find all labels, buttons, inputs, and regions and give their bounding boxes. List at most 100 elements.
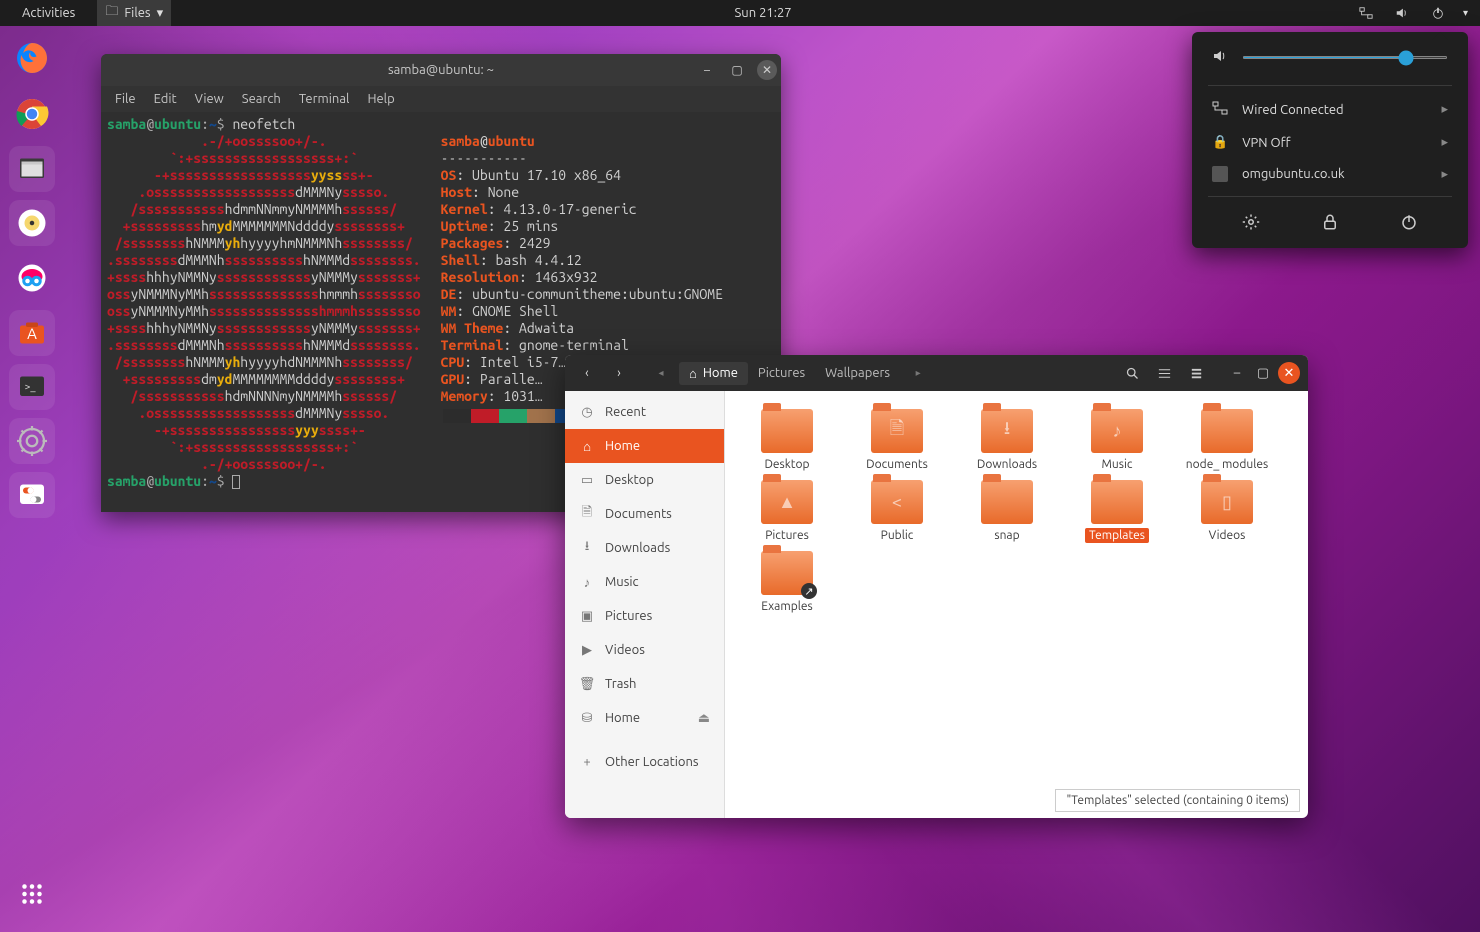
folder-icon <box>981 480 1033 524</box>
path-scroll-right[interactable]: ▸ <box>904 359 932 387</box>
sidebar-item-trash[interactable]: 🗑Trash <box>565 667 724 701</box>
back-button[interactable]: ‹ <box>573 359 601 387</box>
power-icon <box>1431 6 1445 20</box>
chevron-right-icon: ▸ <box>1441 102 1448 117</box>
folder-label: Pictures <box>761 528 813 543</box>
menu-terminal[interactable]: Terminal <box>299 92 350 106</box>
menu-button[interactable] <box>1182 359 1210 387</box>
settings-button[interactable] <box>1242 213 1260 234</box>
dock-software[interactable]: A <box>9 310 55 356</box>
dock-terminal[interactable]: >_ <box>9 364 55 410</box>
sidebar-icon: ▶ <box>579 643 595 658</box>
folder-label: node_ modules <box>1182 457 1272 472</box>
folder-item[interactable]: ▯Videos <box>1179 480 1275 543</box>
media-row[interactable]: omgubuntu.co.uk ▸ <box>1192 158 1468 190</box>
sidebar-other-locations[interactable]: +Other Locations <box>565 745 724 779</box>
menu-file[interactable]: File <box>115 92 136 106</box>
folder-item[interactable]: ▲ Pictures <box>739 480 835 543</box>
dock-firefox[interactable] <box>8 34 56 82</box>
sidebar-item-music[interactable]: ♪Music <box>565 565 724 599</box>
folder-item[interactable]: <Public <box>849 480 945 543</box>
wired-icon <box>1359 6 1373 20</box>
folder-icon: 🗀 <box>105 2 118 24</box>
folder-item[interactable]: node_ modules <box>1179 409 1275 472</box>
sidebar-item-pictures[interactable]: ▣ Pictures <box>565 599 724 633</box>
menu-view[interactable]: View <box>195 92 224 106</box>
dock-corebird[interactable] <box>8 254 56 302</box>
sidebar-item-videos[interactable]: ▶Videos <box>565 633 724 667</box>
lock-button[interactable] <box>1321 213 1339 234</box>
power-indicator[interactable] <box>1427 0 1449 26</box>
menu-edit[interactable]: Edit <box>154 92 177 106</box>
volume-indicator[interactable] <box>1391 0 1413 26</box>
menu-search[interactable]: Search <box>242 92 281 106</box>
forward-button[interactable]: › <box>605 359 633 387</box>
close-button[interactable]: ✕ <box>757 60 777 80</box>
eject-icon[interactable]: ⏏ <box>698 711 710 726</box>
search-button[interactable] <box>1118 359 1146 387</box>
folder-label: Templates <box>1085 528 1149 543</box>
prompt-user2: samba <box>107 473 146 489</box>
close-button[interactable]: ✕ <box>1278 362 1300 384</box>
folder-item[interactable]: ↗Examples <box>739 551 835 614</box>
path-scroll-left[interactable]: ◂ <box>647 359 675 387</box>
path-segment[interactable]: ⌂Home <box>679 362 748 385</box>
folder-icon <box>761 409 813 453</box>
sidebar-item-label: Downloads <box>605 541 670 555</box>
maximize-button[interactable]: ▢ <box>727 60 747 80</box>
sidebar-item-label: Pictures <box>605 609 652 623</box>
network-indicator[interactable] <box>1355 0 1377 26</box>
sidebar-icon: ▣ <box>579 609 595 624</box>
plus-icon: + <box>579 755 595 769</box>
vpn-row[interactable]: 🔒 VPN Off ▸ <box>1192 127 1468 158</box>
files-grid[interactable]: Desktop 🗎Documents⭳Downloads♪Music node_ m… <box>725 391 1308 818</box>
sidebar-item-home[interactable]: ⛁Home⏏ <box>565 701 724 735</box>
folder-icon: ▯ <box>1201 480 1253 524</box>
sidebar-item-desktop[interactable]: ▭Desktop <box>565 463 724 497</box>
dock-rhythmbox[interactable] <box>9 200 55 246</box>
menu-help[interactable]: Help <box>367 92 394 106</box>
sidebar-item-recent[interactable]: ◷Recent <box>565 395 724 429</box>
folder-item[interactable]: Desktop <box>739 409 835 472</box>
minimize-button[interactable]: – <box>1226 362 1248 384</box>
minimize-button[interactable]: – <box>697 60 717 80</box>
path-segment[interactable]: Wallpapers <box>815 362 900 384</box>
prompt-user: samba <box>107 116 146 132</box>
folder-icon: 🗎 <box>871 409 923 453</box>
sidebar-icon: 🗎 <box>579 503 595 525</box>
sidebar-item-home[interactable]: ⌂Home <box>565 429 724 463</box>
prompt-host: ubuntu <box>154 116 201 132</box>
system-menu: Wired Connected ▸ 🔒 VPN Off ▸ omgubuntu.… <box>1192 32 1468 248</box>
dock-files[interactable] <box>9 146 55 192</box>
folder-label: Examples <box>757 599 816 614</box>
speaker-icon <box>1395 6 1409 20</box>
sidebar-item-downloads[interactable]: ⭳Downloads <box>565 531 724 565</box>
dock-show-apps[interactable] <box>8 870 56 918</box>
folder-item[interactable]: ⭳Downloads <box>959 409 1055 472</box>
clock[interactable]: Sun 21:27 <box>730 0 795 26</box>
search-icon <box>1125 366 1140 381</box>
dock-tweaks[interactable] <box>9 472 55 518</box>
folder-item[interactable]: ♪Music <box>1069 409 1165 472</box>
folder-item[interactable]: snap <box>959 480 1055 543</box>
folder-icon: ▲ <box>761 480 813 524</box>
dock-chrome[interactable] <box>8 90 56 138</box>
power-button[interactable] <box>1400 213 1418 234</box>
app-menu[interactable]: 🗀 Files ▾ <box>97 0 171 26</box>
volume-slider[interactable] <box>1242 56 1448 59</box>
folder-item[interactable]: 🗎Documents <box>849 409 945 472</box>
maximize-button[interactable]: ▢ <box>1252 362 1274 384</box>
list-view-button[interactable] <box>1150 359 1178 387</box>
activities-button[interactable]: Activities <box>18 0 79 26</box>
terminal-titlebar[interactable]: samba@ubuntu: ~ – ▢ ✕ <box>101 54 781 86</box>
folder-label: Desktop <box>760 457 813 472</box>
folder-icon: ↗ <box>761 551 813 595</box>
shortcut-badge-icon: ↗ <box>801 583 817 599</box>
sidebar-item-documents[interactable]: 🗎Documents <box>565 497 724 531</box>
prompt-host2: ubuntu <box>154 473 201 489</box>
folder-item[interactable]: Templates <box>1069 480 1165 543</box>
path-segment[interactable]: Pictures <box>748 362 815 384</box>
sidebar-icon: ◷ <box>579 405 595 420</box>
network-row[interactable]: Wired Connected ▸ <box>1192 92 1468 127</box>
dock-settings[interactable] <box>9 418 55 464</box>
